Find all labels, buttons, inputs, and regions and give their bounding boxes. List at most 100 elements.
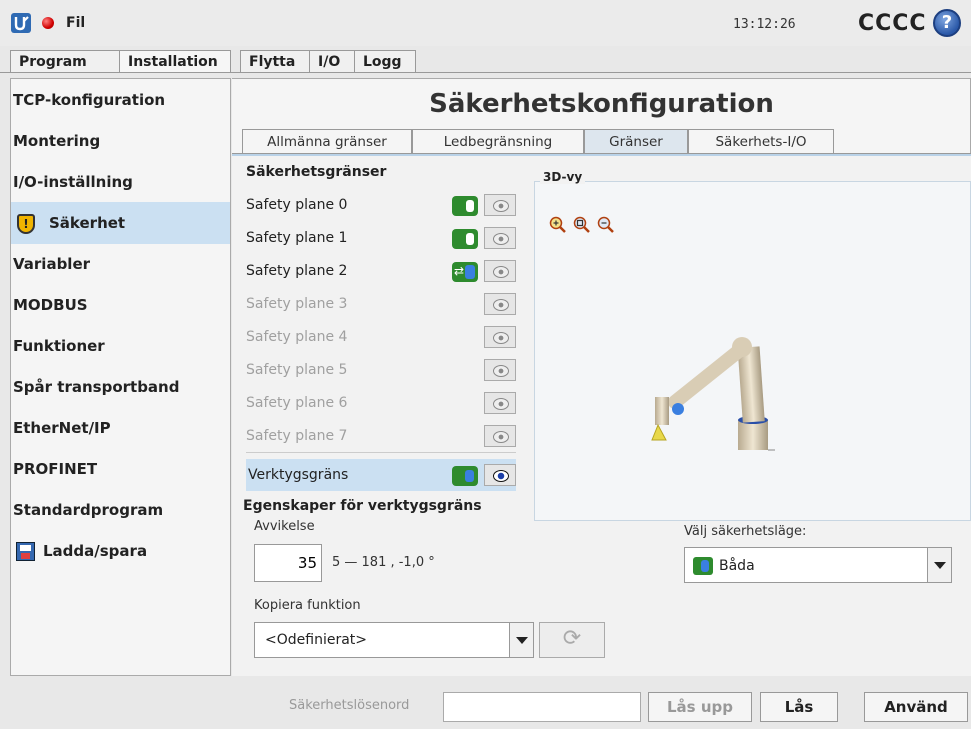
safety-plane-row[interactable]: Safety plane 1 xyxy=(246,222,516,254)
eye-visibility-icon[interactable] xyxy=(484,194,516,216)
sidebar-item-label: Funktioner xyxy=(13,337,105,355)
sidebar-item-label: EtherNet/IP xyxy=(13,419,111,437)
safety-plane-row[interactable]: Safety plane 0 xyxy=(246,189,516,221)
sidebar-item-ethernet-ip[interactable]: EtherNet/IP xyxy=(11,407,230,449)
safety-plane-label: Safety plane 1 xyxy=(246,230,348,246)
tab-divider xyxy=(0,72,971,73)
tool-limit-label: Verktygsgräns xyxy=(248,467,349,483)
tab-boundaries[interactable]: Gränser xyxy=(584,129,688,153)
help-icon[interactable]: ? xyxy=(933,9,961,37)
sidebar-item-label: Ladda/spara xyxy=(43,542,148,560)
eye-visibility-icon[interactable] xyxy=(484,293,516,315)
safety-plane-label: Safety plane 5 xyxy=(246,362,348,378)
copy-feature-label: Kopiera funktion xyxy=(254,598,361,613)
file-menu[interactable]: Fil xyxy=(66,15,85,31)
top-bar: Fil 13:12:26 CCCC ? xyxy=(0,0,971,46)
eye-visibility-icon[interactable] xyxy=(484,326,516,348)
safety-plane-row[interactable]: Safety plane 4 xyxy=(246,321,516,353)
tab-installation[interactable]: Installation xyxy=(119,50,231,73)
sidebar-item-tcp[interactable]: TCP-konfiguration xyxy=(11,79,230,121)
eye-visibility-icon[interactable] xyxy=(484,260,516,282)
page-title: Säkerhetskonfiguration xyxy=(429,89,774,119)
safety-plane-label: Safety plane 0 xyxy=(246,197,348,213)
lock-button[interactable]: Lås xyxy=(760,692,838,722)
sidebar-item-load-save[interactable]: Ladda/spara xyxy=(11,530,230,572)
safety-plane-label: Safety plane 2 xyxy=(246,263,348,279)
sidebar-item-label: PROFINET xyxy=(13,460,98,478)
installation-sidebar: TCP-konfiguration Montering I/O-inställn… xyxy=(10,78,231,676)
copy-feature-value: <Odefinierat> xyxy=(265,632,367,648)
tool-limit-properties-heading: Egenskaper för verktygsgräns xyxy=(243,498,482,514)
safety-plane-label: Safety plane 7 xyxy=(246,428,348,444)
eye-visibility-icon[interactable] xyxy=(484,227,516,249)
plane-trigger-reduced-icon[interactable] xyxy=(452,255,478,287)
tool-mode-toggle-icon[interactable] xyxy=(452,466,478,486)
safety-plane-label: Safety plane 3 xyxy=(246,296,348,312)
safety-plane-row[interactable]: Safety plane 6 xyxy=(246,387,516,419)
sidebar-item-conveyor[interactable]: Spår transportband xyxy=(11,366,230,408)
sidebar-item-label: Standardprogram xyxy=(13,501,164,519)
safety-plane-label: Safety plane 6 xyxy=(246,395,348,411)
3d-view-title: 3D-vy xyxy=(540,170,586,184)
deviation-label: Avvikelse xyxy=(254,519,315,534)
plane-mode-toggle-icon[interactable] xyxy=(452,196,478,216)
robot-name: CCCC xyxy=(858,11,927,36)
safety-mode-label: Välj säkerhetsläge: xyxy=(684,524,807,539)
eye-visibility-icon[interactable] xyxy=(484,359,516,381)
safety-plane-row[interactable]: Safety plane 5 xyxy=(246,354,516,386)
shield-icon: ! xyxy=(17,213,35,234)
sidebar-item-modbus[interactable]: MODBUS xyxy=(11,284,230,326)
bottom-bar: Säkerhetslösenord Lås upp Lås Använd xyxy=(0,677,971,729)
safety-plane-row[interactable]: Safety plane 2 xyxy=(246,255,516,287)
apply-button[interactable]: Använd xyxy=(864,692,968,722)
copy-feature-select[interactable]: <Odefinierat> xyxy=(254,622,534,658)
tab-flytta[interactable]: Flytta xyxy=(240,50,310,72)
tab-program[interactable]: Program xyxy=(10,50,120,72)
unlock-button[interactable]: Lås upp xyxy=(648,692,752,722)
tab-logg[interactable]: Logg xyxy=(354,50,416,72)
safety-configuration-panel: Säkerhetskonfiguration Allmänna gränser … xyxy=(232,78,971,676)
sidebar-item-mounting[interactable]: Montering xyxy=(11,120,230,162)
sidebar-item-label: Montering xyxy=(13,132,101,150)
sidebar-item-label: Variabler xyxy=(13,255,91,273)
sidebar-item-label: Spår transportband xyxy=(13,378,180,396)
stop-status-icon[interactable] xyxy=(42,17,54,29)
eye-visibility-icon[interactable] xyxy=(484,392,516,414)
tab-safety-io[interactable]: Säkerhets-I/O xyxy=(688,129,834,153)
clock: 13:12:26 xyxy=(733,17,796,32)
sidebar-item-features[interactable]: Funktioner xyxy=(11,325,230,367)
floppy-disk-icon xyxy=(16,542,35,561)
sidebar-item-default-program[interactable]: Standardprogram xyxy=(11,489,230,531)
tab-general-limits[interactable]: Allmänna gränser xyxy=(242,129,412,153)
eye-visibility-icon[interactable] xyxy=(484,425,516,447)
tool-limit-row[interactable]: Verktygsgräns xyxy=(246,459,516,491)
refresh-icon[interactable]: ⟳ xyxy=(539,622,605,658)
sidebar-item-label: I/O-inställning xyxy=(13,173,133,191)
sidebar-item-safety[interactable]: ! Säkerhet xyxy=(11,202,230,244)
zoom-out-icon[interactable] xyxy=(597,216,615,234)
eye-visibility-icon[interactable] xyxy=(484,464,516,486)
plane-mode-toggle-icon[interactable] xyxy=(452,229,478,249)
deviation-range: 5 — 181 , -1,0 ° xyxy=(332,555,435,570)
sidebar-item-label: MODBUS xyxy=(13,296,88,314)
tab-joint-limits[interactable]: Ledbegränsning xyxy=(412,129,584,153)
safety-plane-row[interactable]: Safety plane 3 xyxy=(246,288,516,320)
both-mode-icon xyxy=(693,557,713,575)
zoom-in-icon[interactable] xyxy=(549,216,567,234)
safety-plane-row[interactable]: Safety plane 7 xyxy=(246,420,516,452)
sidebar-item-variables[interactable]: Variabler xyxy=(11,243,230,285)
deviation-input[interactable] xyxy=(254,544,322,582)
sidebar-item-label: Säkerhet xyxy=(49,214,126,232)
divider xyxy=(246,452,516,453)
sidebar-item-io-setup[interactable]: I/O-inställning xyxy=(11,161,230,203)
chevron-down-icon[interactable] xyxy=(927,548,951,582)
safety-password-input[interactable] xyxy=(443,692,641,722)
safety-password-label: Säkerhetslösenord xyxy=(289,698,410,713)
chevron-down-icon[interactable] xyxy=(509,623,533,657)
safety-mode-value: Båda xyxy=(693,557,755,575)
3d-view[interactable] xyxy=(534,181,971,521)
safety-mode-select[interactable]: Båda xyxy=(684,547,952,583)
sidebar-item-profinet[interactable]: PROFINET xyxy=(11,448,230,490)
tab-io[interactable]: I/O xyxy=(309,50,355,72)
zoom-fit-icon[interactable] xyxy=(573,216,591,234)
